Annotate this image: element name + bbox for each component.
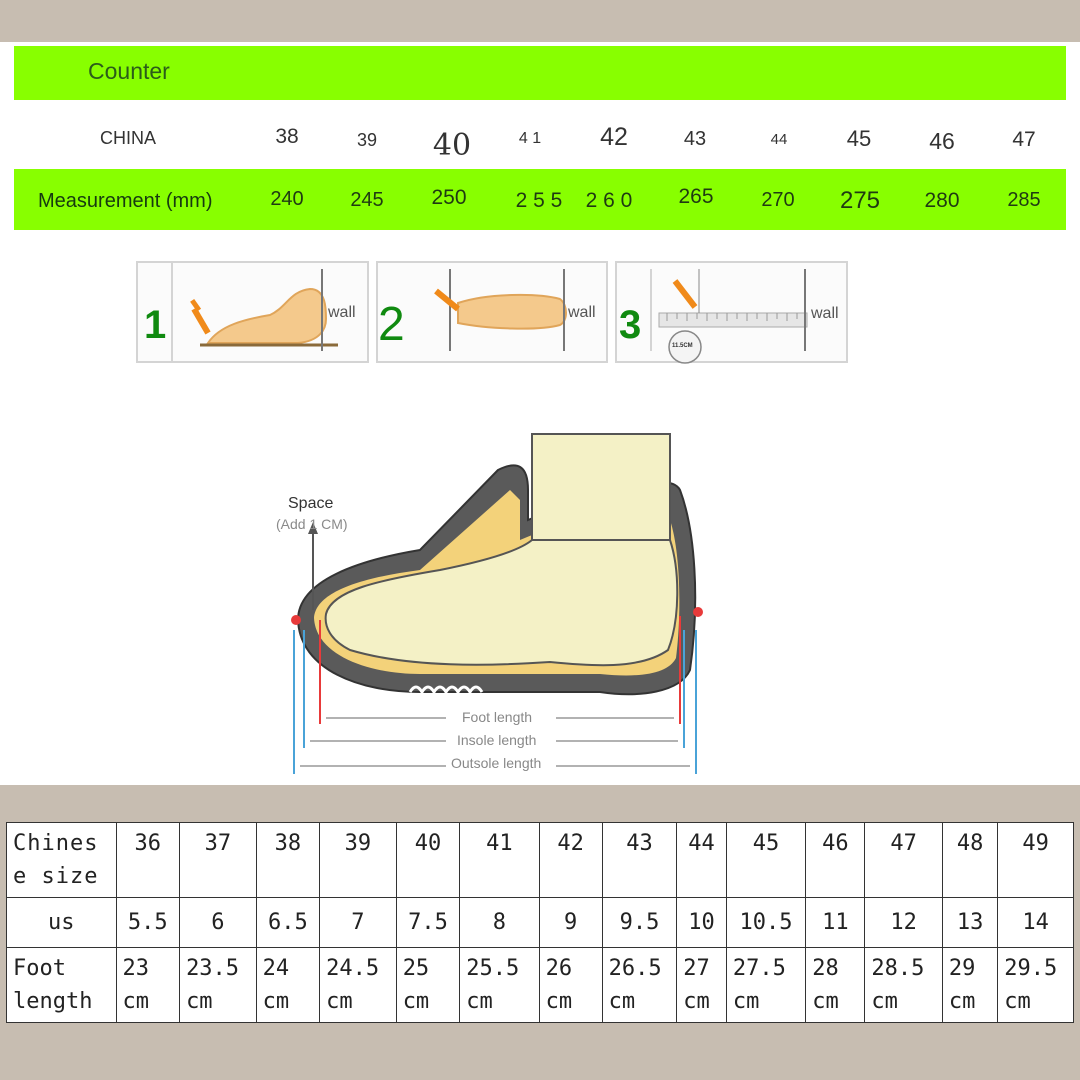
step-2-box: 2 wall: [376, 261, 608, 363]
foot-length-cell: 26 cm: [538, 947, 603, 1023]
measurement-cell: 245: [350, 189, 384, 211]
us-size-cell: 9.5: [601, 897, 678, 948]
us-size-cell: 7.5: [395, 897, 461, 948]
shoe-cross-section-diagram: [291, 433, 703, 774]
chinese-size-cell: 37: [179, 822, 257, 898]
measurement-cell: 275: [839, 187, 881, 214]
us-size-cell: 12: [864, 897, 943, 948]
chinese-size-cell: 48: [941, 822, 999, 898]
us-size-cell: 13: [941, 897, 999, 948]
step-3-wall-label: wall: [811, 305, 839, 322]
foot-length-cell: 24.5 cm: [319, 947, 397, 1023]
chinese-size-cell: 44: [676, 822, 727, 898]
size-conversion-table: Chines e size 36 37 38 39 40 41 42 43 44 45 46 47 48…: [6, 822, 1074, 1023]
foot-length-label: Foot length: [462, 709, 533, 725]
china-size-cell: 38: [275, 125, 299, 148]
step-1-box: 1 wall: [136, 261, 369, 363]
add-space-label: (Add 1 CM): [276, 516, 348, 532]
foot-length-row-label: Foot length: [6, 947, 117, 1023]
chinese-size-cell: 43: [601, 822, 678, 898]
us-size-cell: 8: [459, 897, 540, 948]
chinese-size-cell: 38: [255, 822, 321, 898]
foot-length-cell: 27 cm: [676, 947, 727, 1023]
china-size-cell: 40: [432, 128, 472, 163]
step-2-wall-label: wall: [568, 304, 596, 321]
measurement-row-label: Measurement (mm): [38, 190, 213, 212]
step-1-wall-label: wall: [328, 304, 356, 321]
measurement-cell: 270: [761, 189, 795, 211]
us-size-cell: 10.5: [725, 897, 807, 948]
measurement-cell: 2 6 0: [585, 189, 633, 212]
measurement-cell: 285: [1007, 189, 1041, 211]
us-size-cell: 5.5: [115, 897, 181, 948]
measurement-cell: 240: [270, 188, 304, 210]
us-size-cell: 7: [319, 897, 397, 948]
chinese-size-cell: 39: [319, 822, 397, 898]
chinese-size-cell: 46: [805, 822, 866, 898]
china-size-cell: 46: [929, 128, 955, 154]
china-row-label: CHINA: [100, 128, 157, 148]
ruler-tag: 11.5CM: [672, 343, 693, 349]
foot-length-cell: 23 cm: [115, 947, 181, 1023]
us-size-row: us 5.5 6 6.5 7 7.5 8 9 9.5 10 10.5 11 12 13 14: [6, 897, 1074, 948]
us-size-cell: 11: [805, 897, 866, 948]
china-size-cell: 47: [1012, 128, 1036, 151]
insole-length-label: Insole length: [457, 732, 537, 748]
foot-length-cell: 23.5 cm: [179, 947, 257, 1023]
step-3-box: 3 11.5CM wall: [615, 261, 848, 364]
us-size-cell: 6: [179, 897, 257, 948]
chinese-size-cell: 41: [459, 822, 540, 898]
outsole-length-label: Outsole length: [451, 755, 542, 771]
foot-length-cell: 28 cm: [805, 947, 866, 1023]
us-size-cell: 6.5: [255, 897, 321, 948]
chinese-size-cell: 45: [725, 822, 807, 898]
measurement-cell: 280: [924, 189, 960, 212]
foot-length-cell: 25.5 cm: [459, 947, 540, 1023]
chinese-size-row-label: Chines e size: [6, 822, 117, 898]
foot-length-cell: 26.5 cm: [601, 947, 678, 1023]
measurement-cell: 250: [431, 186, 467, 209]
counter-title: Counter: [88, 58, 170, 84]
china-size-cell: 45: [846, 126, 872, 151]
counter-bar: [14, 46, 1066, 100]
china-size-cell: 4 1: [518, 130, 542, 147]
us-size-cell: 14: [997, 897, 1074, 948]
foot-length-cell: 27.5 cm: [725, 947, 807, 1023]
foot-length-cell: 24 cm: [255, 947, 321, 1023]
chinese-size-cell: 47: [864, 822, 943, 898]
us-size-cell: 9: [538, 897, 603, 948]
china-size-cell: 44: [770, 131, 788, 148]
us-size-cell: 10: [676, 897, 727, 948]
us-size-row-label: us: [6, 897, 117, 948]
china-size-cell: 39: [356, 130, 378, 150]
space-label: Space: [288, 495, 334, 512]
chinese-size-cell: 42: [538, 822, 603, 898]
chinese-size-cell: 40: [395, 822, 461, 898]
measurement-cell: 2 5 5: [515, 189, 563, 212]
foot-length-cell: 29.5 cm: [997, 947, 1074, 1023]
chinese-size-cell: 36: [115, 822, 181, 898]
china-size-cell: 42: [600, 123, 628, 151]
measurement-cell: 265: [678, 185, 714, 208]
chinese-size-row: Chines e size 36 37 38 39 40 41 42 43 44 45 46 47 48…: [6, 822, 1074, 898]
chinese-size-cell: 49: [997, 822, 1074, 898]
foot-length-cell: 28.5 cm: [864, 947, 943, 1023]
foot-length-cell: 29 cm: [941, 947, 999, 1023]
china-size-cell: 43: [683, 128, 707, 150]
foot-length-cell: 25 cm: [395, 947, 461, 1023]
foot-length-row: Foot length 23 cm 23.5 cm 24 cm 24.5 cm 25 c…: [6, 947, 1074, 1023]
